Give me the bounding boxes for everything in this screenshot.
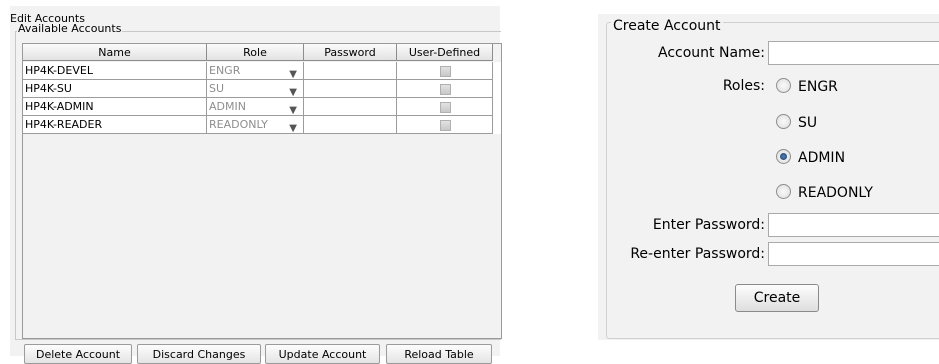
table-row[interactable]: HP4K-SU SU ▼ [23, 80, 501, 98]
reenter-password-label: Re-enter Password: [630, 246, 765, 262]
role-value: SU [209, 82, 225, 95]
password-cell[interactable] [304, 62, 397, 80]
enter-password-label: Enter Password: [652, 217, 765, 233]
discard-changes-button[interactable]: Discard Changes [137, 344, 261, 364]
reenter-password-input[interactable] [768, 242, 939, 266]
radio-button[interactable] [776, 114, 791, 129]
accounts-table: Name Role Password User-Defined HP4K-DEV… [22, 43, 502, 339]
column-header-user-defined[interactable]: User-Defined [397, 44, 493, 61]
create-account-legend: Create Account [611, 18, 723, 34]
account-name-input[interactable] [768, 41, 939, 65]
user-defined-checkbox[interactable] [439, 120, 451, 131]
user-defined-checkbox[interactable] [439, 66, 451, 77]
table-row[interactable]: HP4K-DEVEL ENGR ▼ [23, 62, 501, 80]
user-defined-cell [397, 62, 493, 80]
user-defined-cell [397, 80, 493, 98]
radio-button[interactable] [776, 184, 791, 199]
reload-table-button[interactable]: Reload Table [386, 344, 492, 364]
table-row[interactable]: HP4K-ADMIN ADMIN ▼ [23, 98, 501, 116]
radio-button-selected[interactable] [776, 149, 791, 164]
account-name-label: Account Name: [658, 45, 765, 61]
user-defined-checkbox[interactable] [439, 84, 451, 95]
update-account-button[interactable]: Update Account [265, 344, 380, 364]
role-dropdown[interactable]: SU ▼ [207, 80, 304, 98]
account-name-cell[interactable]: HP4K-SU [23, 80, 207, 98]
create-button[interactable]: Create [735, 284, 819, 312]
table-row[interactable]: HP4K-READER READONLY ▼ [23, 116, 501, 134]
user-defined-cell [397, 116, 493, 134]
column-header-role[interactable]: Role [207, 44, 304, 61]
role-value: ADMIN [209, 100, 246, 113]
account-name-cell[interactable]: HP4K-ADMIN [23, 98, 207, 116]
role-value: ENGR [209, 64, 241, 77]
account-name-cell[interactable]: HP4K-READER [23, 116, 207, 134]
password-input[interactable] [768, 213, 939, 237]
available-accounts-legend: Available Accounts [17, 22, 123, 35]
user-defined-checkbox[interactable] [439, 102, 451, 113]
password-cell[interactable] [304, 116, 397, 134]
password-cell[interactable] [304, 98, 397, 116]
column-header-name[interactable]: Name [23, 44, 207, 61]
roles-label: Roles: [722, 78, 765, 94]
radio-label: SU [798, 115, 818, 131]
create-account-panel: Create Account Account Name: Roles: ENGR… [598, 14, 939, 340]
account-name-cell[interactable]: HP4K-DEVEL [23, 62, 207, 80]
column-header-password[interactable]: Password [304, 44, 397, 61]
role-dropdown[interactable]: ADMIN ▼ [207, 98, 304, 116]
role-value: READONLY [209, 118, 268, 131]
edit-accounts-panel: Edit Accounts Available Accounts Name Ro… [10, 6, 502, 364]
role-dropdown[interactable]: ENGR ▼ [207, 62, 304, 80]
role-dropdown[interactable]: READONLY ▼ [207, 116, 304, 134]
radio-label: READONLY [798, 185, 873, 201]
chevron-down-icon[interactable]: ▼ [289, 120, 297, 137]
table-header: Name Role Password User-Defined [23, 44, 501, 62]
radio-button[interactable] [776, 78, 791, 93]
user-defined-cell [397, 98, 493, 116]
radio-label: ENGR [798, 79, 838, 95]
delete-account-button[interactable]: Delete Account [24, 344, 132, 364]
password-cell[interactable] [304, 80, 397, 98]
radio-label: ADMIN [798, 150, 846, 166]
